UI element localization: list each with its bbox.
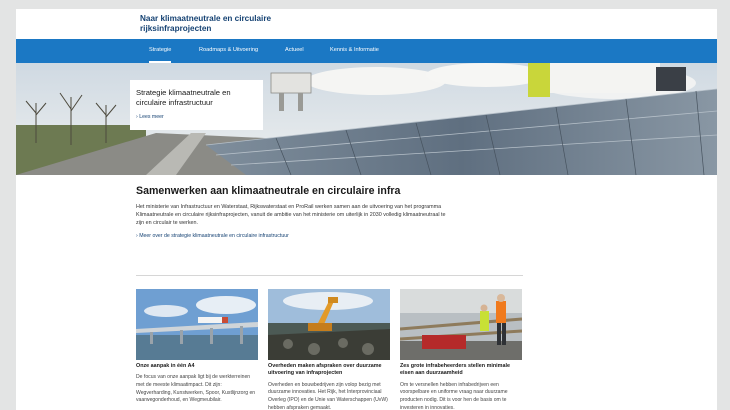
card-image-bridge <box>136 289 258 360</box>
card-title: Overheden maken afspraken over duurzame … <box>268 363 382 377</box>
hero-card-title: Strategie klimaatneutrale en circulaire … <box>136 88 231 107</box>
nav-item-actueel[interactable]: Actueel <box>285 39 304 63</box>
card-image-construction-workers <box>400 289 522 360</box>
nav-item-strategie[interactable]: Strategie <box>149 39 172 63</box>
card-aanpak[interactable]: Onze aanpak in één A4 De focus van onze … <box>136 289 258 405</box>
chevron-right-icon: › <box>136 233 138 240</box>
card-text: Om te versnellen hebben infrabedrijven e… <box>400 381 508 410</box>
card-image-dredging <box>268 289 390 360</box>
card-title: Zes grote infrabeheerders stellen minima… <box>400 363 510 377</box>
intro-section: Samenwerken aan klimaatneutrale en circu… <box>136 185 526 239</box>
strategy-more-label: Meer over de strategie klimaatneutrale e… <box>139 233 289 240</box>
card-text: Overheden en bouwbedrijven zijn volop be… <box>268 381 388 410</box>
card-title: Onze aanpak in één A4 <box>136 363 195 369</box>
hero-read-more-label: Lees meer <box>139 114 164 120</box>
intro-body: Het ministerie van Infrastructuur en Wat… <box>136 204 446 227</box>
hero-read-more-link[interactable]: › Lees meer <box>136 114 257 120</box>
nav-item-kennis-informatie[interactable]: Kennis & Informatie <box>330 39 379 63</box>
page: Naar klimaatneutrale en circulaire rijks… <box>16 9 717 410</box>
chevron-right-icon: › <box>136 114 138 120</box>
card-infrabeheerders[interactable]: Zes grote infrabeheerders stellen minima… <box>400 289 522 410</box>
intro-heading: Samenwerken aan klimaatneutrale en circu… <box>136 185 401 197</box>
site-title-link[interactable]: Naar klimaatneutrale en circulaire rijks… <box>140 14 290 34</box>
strategy-more-link[interactable]: › Meer over de strategie klimaatneutrale… <box>136 233 526 239</box>
nav-item-roadmaps-uitvoering[interactable]: Roadmaps & Uitvoering <box>199 39 258 63</box>
card-text: De focus van onze aanpak ligt bij de wer… <box>136 374 256 404</box>
hero-banner: Strategie klimaatneutrale en circulaire … <box>16 63 717 175</box>
section-divider <box>136 275 523 276</box>
hero-card: Strategie klimaatneutrale en circulaire … <box>130 80 263 130</box>
hero-image-solar-noise-barrier <box>16 63 717 175</box>
card-afspraken[interactable]: Overheden maken afspraken over duurzame … <box>268 289 390 410</box>
site-header: Naar klimaatneutrale en circulaire rijks… <box>16 9 717 39</box>
main-navigation: Strategie Roadmaps & Uitvoering Actueel … <box>16 39 717 63</box>
